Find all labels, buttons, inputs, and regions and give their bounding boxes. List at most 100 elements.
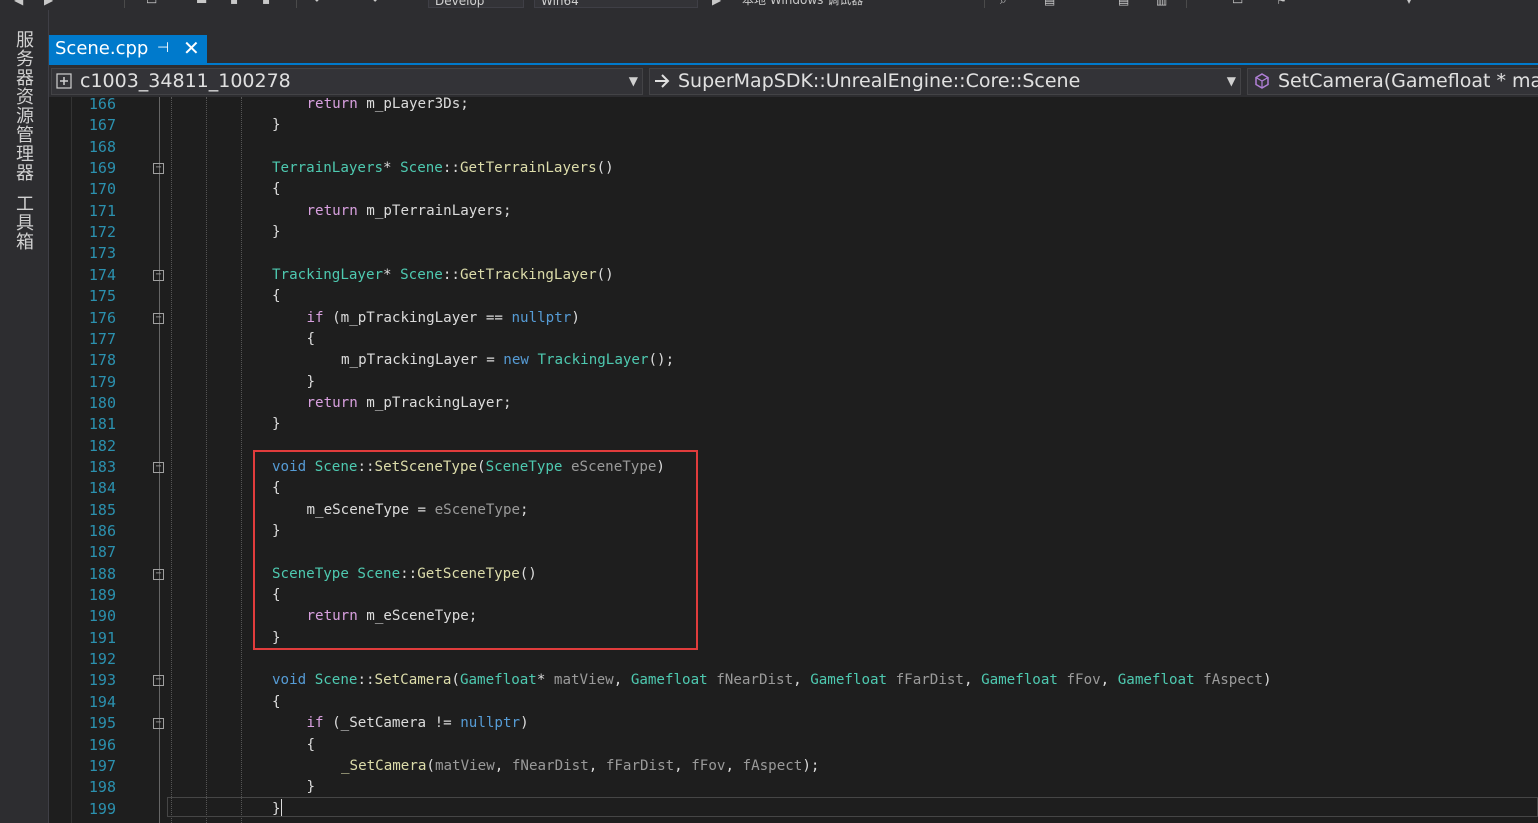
back-icon[interactable]: ◀ [14, 0, 23, 8]
collapse-toggle-icon[interactable]: − [153, 269, 164, 281]
open-folder-icon[interactable]: ▬ [196, 0, 207, 8]
tab-scene-cpp[interactable]: Scene.cpp ⊣ ✕ [49, 35, 207, 65]
format-icon[interactable]: ▥ [1156, 0, 1167, 8]
code-token: m_pTrackingLayer = [341, 352, 504, 369]
code-line[interactable]: 181} [49, 414, 1538, 435]
scope-combo[interactable]: SuperMapSDK::UnrealEngine::Core::Scene ▼ [649, 68, 1241, 95]
dropdown-chevron-icon[interactable]: ▾ [1406, 0, 1412, 8]
code-line[interactable]: 198} [49, 777, 1538, 798]
code-line[interactable]: 175 { [49, 286, 1538, 307]
code-line[interactable]: 178 m_pTrackingLayer = new TrackingLayer(… [49, 350, 1538, 371]
line-number: 169 [88, 159, 116, 178]
code-token: , [963, 672, 982, 689]
code-line[interactable]: 192 [49, 649, 1538, 670]
code-text: return m_pTerrainLayers; [307, 201, 512, 222]
configuration-combo[interactable]: Develop [428, 0, 524, 8]
undo-icon[interactable]: ↶ [314, 0, 324, 8]
code-token: void [272, 672, 307, 689]
redo-icon[interactable]: ↷ [368, 0, 378, 8]
new-file-icon[interactable]: ▭ [146, 0, 157, 8]
forward-icon[interactable]: ▶ [44, 0, 53, 8]
navigation-bar: c1003_34811_100278 ▼ SuperMapSDK::Unreal… [49, 65, 1538, 97]
code-line[interactable]: 193− void Scene::SetCamera(Gamefloat* mat… [49, 670, 1538, 691]
project-combo[interactable]: c1003_34811_100278 ▼ [51, 68, 643, 95]
code-token: Scene [314, 672, 358, 689]
code-line[interactable]: 197 _SetCamera(matView, fNearDist, fFarDi… [49, 756, 1538, 777]
code-line[interactable]: 177 { [49, 329, 1538, 350]
uncomment-icon[interactable]: ▤ [1118, 0, 1129, 8]
code-line[interactable]: 179} [49, 372, 1538, 393]
code-token: Scene [400, 160, 443, 177]
collapse-toggle-icon[interactable]: − [153, 461, 164, 473]
start-debug-icon[interactable]: ▶ [712, 0, 721, 8]
code-text: if (_SetCamera != nullptr) [307, 713, 529, 734]
find-icon[interactable]: ⌕ [1000, 0, 1007, 8]
code-token: * [383, 266, 401, 283]
scope-name: SuperMapSDK::UnrealEngine::Core::Scene [678, 70, 1081, 92]
code-line[interactable]: 173 [49, 243, 1538, 264]
line-number: 182 [88, 436, 116, 455]
code-text: m_pTrackingLayer = new TrackingLayer(); [341, 350, 674, 371]
code-line[interactable]: 171 return m_pTerrainLayers; [49, 201, 1538, 222]
close-icon[interactable]: ✕ [183, 36, 200, 60]
collapse-toggle-icon[interactable]: − [153, 312, 164, 324]
code-token: () [596, 266, 614, 283]
code-line[interactable]: 168 [49, 137, 1538, 158]
code-line[interactable]: 174 − TrackingLayer* Scene::GetTrackingLay… [49, 265, 1538, 286]
code-token: m_pTerrainLayers; [357, 202, 512, 219]
platform-combo[interactable]: Win64 [534, 0, 698, 8]
code-token: fFarDist [605, 757, 675, 774]
annotation-highlight-box [253, 450, 698, 650]
code-token: Gamefloat [459, 672, 537, 689]
code-token: , [588, 757, 606, 774]
code-token: return [306, 394, 358, 411]
nav-flag-icon[interactable]: ⚑ [1276, 0, 1287, 8]
bookmark-icon[interactable]: ▭ [1232, 0, 1243, 8]
code-text: { [272, 179, 281, 200]
code-line[interactable]: 166 return m_pLayer3Ds; [49, 97, 1538, 115]
line-number: 195 [88, 714, 116, 733]
collapse-toggle-icon[interactable]: − [153, 568, 164, 580]
pin-icon[interactable]: ⊣ [157, 40, 169, 56]
code-token: if [306, 309, 324, 326]
collapse-toggle-icon[interactable]: − [153, 675, 164, 687]
brace: } [306, 373, 316, 390]
line-number: 190 [88, 607, 116, 626]
line-number: 168 [88, 137, 116, 156]
code-token: , [725, 757, 743, 774]
brace: { [272, 693, 281, 710]
code-token: :: [357, 672, 375, 689]
code-editor[interactable]: 166 return m_pLayer3Ds; 167} 168 169− Terrain… [49, 97, 1538, 823]
code-token: (_SetCamera != [323, 715, 461, 732]
code-line[interactable]: 172} [49, 222, 1538, 243]
code-line[interactable]: 170 { [49, 179, 1538, 200]
code-line[interactable]: 194 { [49, 692, 1538, 713]
code-text: } [307, 372, 316, 393]
code-line[interactable]: 167} [49, 115, 1538, 136]
debugger-label[interactable]: 本地 Windows 调试器 [742, 0, 863, 8]
save-all-icon[interactable]: ▪ [262, 0, 270, 8]
member-combo[interactable]: SetCamera(Gamefloat * matView [1247, 68, 1538, 95]
line-number: 184 [88, 479, 116, 498]
code-line[interactable]: 169 − TerrainLayers* Scene::GetTerrainLaye… [49, 158, 1538, 179]
collapse-toggle-icon[interactable]: − [153, 163, 164, 175]
code-line[interactable]: 180 return m_pTrackingLayer; [49, 393, 1538, 414]
collapse-toggle-icon[interactable]: − [153, 718, 164, 730]
code-text: } [272, 115, 281, 136]
line-number: 194 [88, 692, 116, 711]
code-text: } [272, 222, 281, 243]
code-token: GetTerrainLayers [459, 160, 597, 177]
server-explorer-tab[interactable]: 服务器资源管理器 [12, 30, 36, 182]
code-token: fAspect [1203, 672, 1263, 689]
main-toolbar: ◀ ▶ ▭ ▬ ▪ ▪ ↶ ↷ Develop Win64 ▶ 本地 Windo… [0, 0, 1538, 10]
code-line[interactable]: 195 − if (_SetCamera != nullptr) [49, 713, 1538, 734]
chevron-down-icon: ▼ [628, 74, 638, 88]
code-token: ( [426, 757, 435, 774]
code-line[interactable]: 196 { [49, 735, 1538, 756]
code-line[interactable]: 176 − if (m_pTrackingLayer == nullptr) [49, 308, 1538, 329]
toolbox-tab[interactable]: 工具箱 [12, 194, 36, 251]
code-token: fNearDist [511, 757, 589, 774]
comment-icon[interactable]: ▤ [1044, 0, 1055, 8]
save-icon[interactable]: ▪ [230, 0, 238, 8]
